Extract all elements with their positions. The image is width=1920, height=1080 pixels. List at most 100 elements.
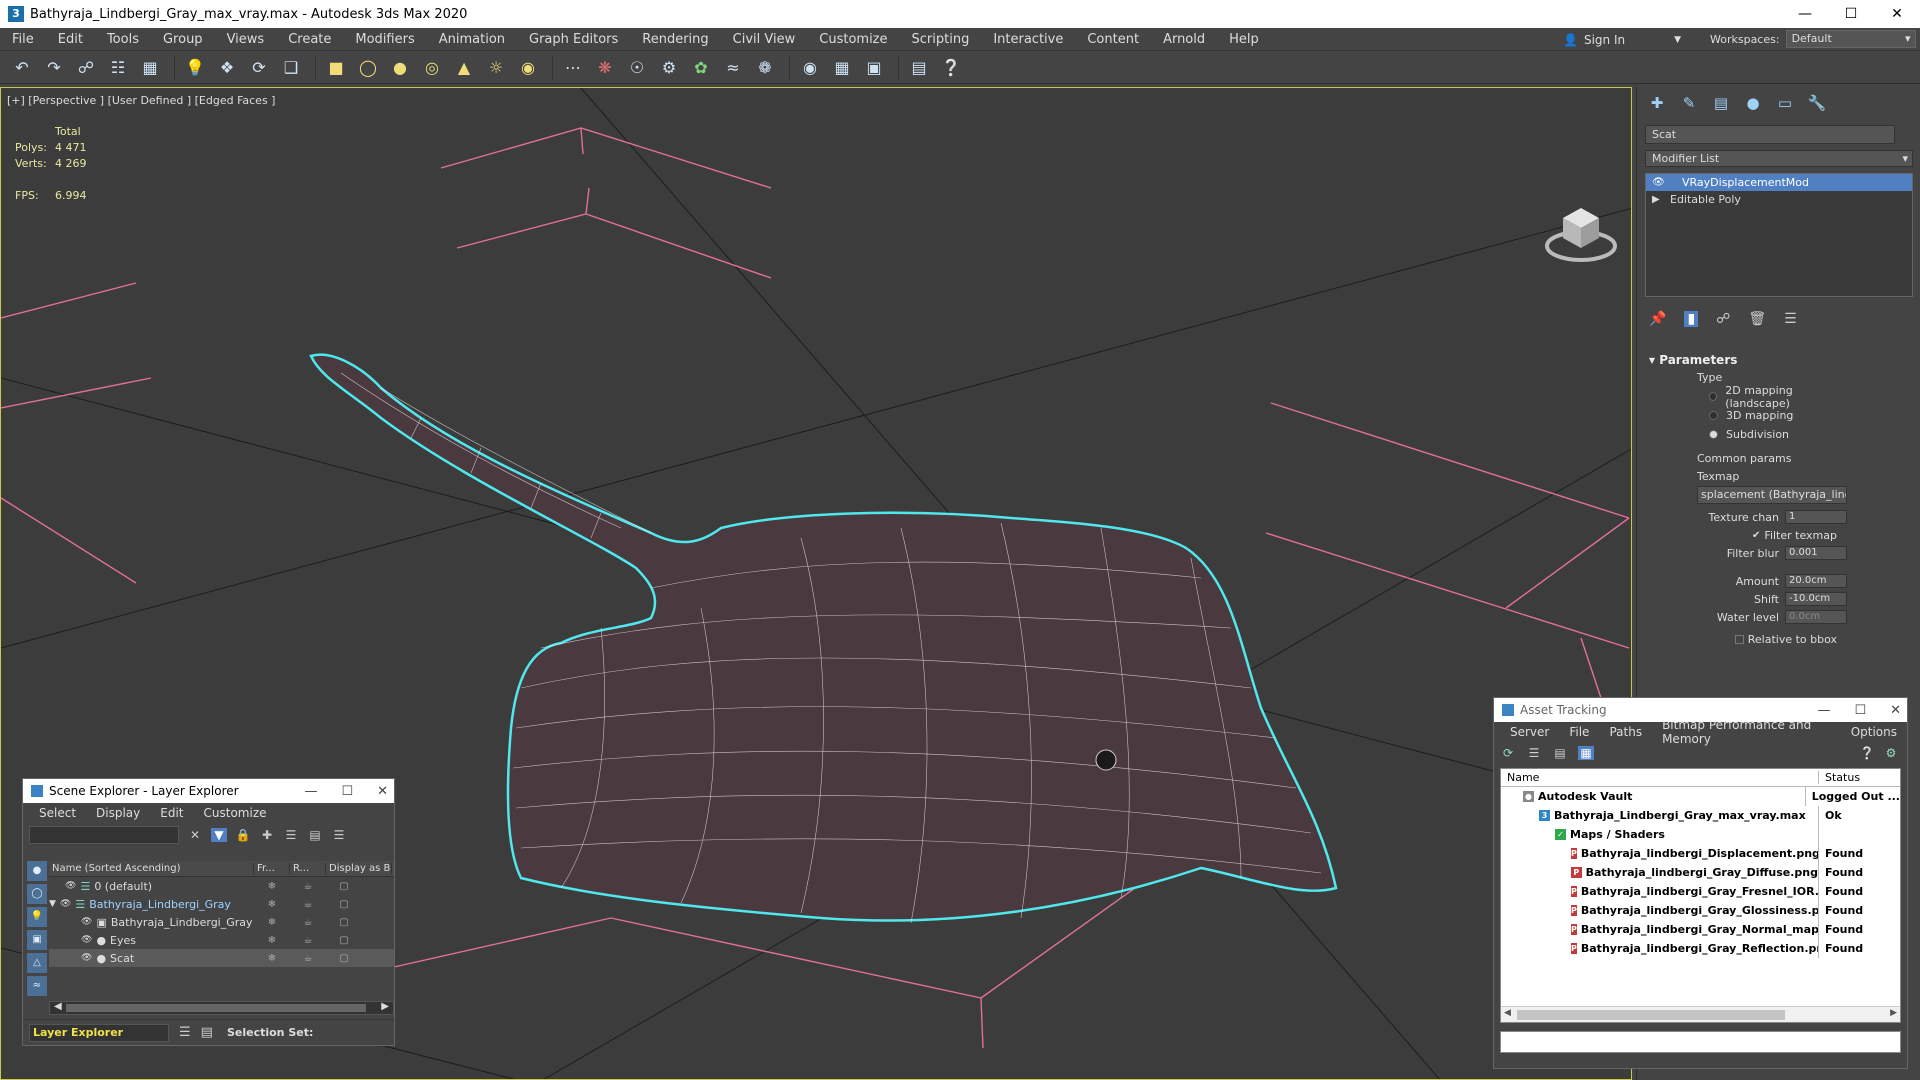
eye-icon[interactable]: 👁 — [81, 935, 92, 945]
modifier-stack-item[interactable]: 👁 VRayDisplacementMod — [1646, 174, 1912, 191]
layer-explorer-dropdown[interactable]: Layer Explorer — [29, 1023, 169, 1042]
torus-icon[interactable]: ◎ — [418, 54, 446, 82]
detail-view-icon[interactable]: ▤ — [1552, 746, 1568, 760]
horizontal-scrollbar[interactable]: ◀ ▶ — [49, 1001, 394, 1015]
asset-row[interactable]: P Bathyraja_lindbergi_Gray_Fresnel_IOR.pn… — [1501, 882, 1900, 901]
lock-icon[interactable]: 🔒 — [235, 828, 251, 842]
unlink-icon[interactable]: ☷ — [104, 54, 132, 82]
menu-file[interactable]: File — [0, 32, 46, 47]
box-icon[interactable]: ▢ — [326, 899, 362, 910]
teapot-icon[interactable]: ☕ — [290, 935, 326, 946]
utilities-tab-icon[interactable]: 🔧 — [1805, 93, 1829, 113]
display-tab-icon[interactable]: ▭ — [1773, 93, 1797, 113]
texture-chan-spinner[interactable]: 1 — [1785, 510, 1847, 524]
layer-row[interactable]: 👁 ☰ 0 (default) ❄ ☕ ▢ — [49, 877, 394, 895]
object-name-field[interactable]: Scat — [1645, 125, 1895, 144]
hair-icon[interactable]: ≈ — [719, 54, 747, 82]
asset-row[interactable]: P Bathyraja_lindbergi_Gray_Diffuse.png Fo… — [1501, 863, 1900, 882]
box-icon[interactable]: ▢ — [326, 953, 362, 964]
geosphere-icon[interactable]: ◉ — [514, 54, 542, 82]
asset-row[interactable]: P Bathyraja_lindbergi_Gray_Reflection.png… — [1501, 939, 1900, 958]
remove-modifier-icon[interactable]: 🗑 — [1748, 311, 1766, 327]
viewport-label[interactable]: [+] [Perspective ] [User Defined ] [Edge… — [7, 94, 275, 107]
search-input[interactable] — [29, 826, 179, 844]
layer-row[interactable]: 👁 ▣ Bathyraja_Lindbergi_Gray ❄ ☕ ▢ — [49, 913, 394, 931]
scroll-right-icon[interactable]: ▶ — [1890, 1008, 1897, 1018]
display-geometry-icon[interactable]: ● — [27, 861, 47, 881]
modifier-list-dropdown[interactable]: Modifier List — [1645, 150, 1913, 167]
undo-icon[interactable]: ↶ — [8, 54, 36, 82]
horizontal-scrollbar[interactable]: ◀ ▶ — [1501, 1006, 1900, 1022]
helper-icon[interactable]: ☉ — [623, 54, 651, 82]
se-menu-customize[interactable]: Customize — [194, 806, 277, 820]
minimize-button[interactable]: — — [1817, 703, 1830, 718]
table-view-icon[interactable]: ▦ — [1578, 746, 1594, 760]
scroll-left-icon[interactable]: ◀ — [54, 1001, 62, 1012]
expand-arrow-icon[interactable]: ▼ — [49, 899, 56, 909]
hierarchy-icon[interactable]: ▤ — [307, 828, 323, 842]
close-button[interactable]: ✕ — [1890, 703, 1901, 718]
show-end-result-icon[interactable]: ▮ — [1684, 311, 1699, 327]
at-menu-file[interactable]: File — [1559, 725, 1599, 739]
eye-icon[interactable]: 👁 — [60, 899, 71, 909]
at-menu-bitmap-performance[interactable]: Bitmap Performance and Memory — [1652, 718, 1841, 746]
display-cameras-icon[interactable]: ▣ — [27, 930, 47, 950]
checkbox-icon[interactable] — [1734, 634, 1744, 644]
menu-animation[interactable]: Animation — [427, 32, 517, 47]
menu-group[interactable]: Group — [151, 32, 215, 47]
asset-row[interactable]: PBathyraja_lindbergi_Gray_Normal_map.png… — [1501, 920, 1900, 939]
scroll-left-icon[interactable]: ◀ — [1504, 1008, 1511, 1018]
motion-tab-icon[interactable]: ● — [1741, 93, 1765, 113]
display-helpers-icon[interactable]: △ — [27, 953, 47, 973]
at-menu-server[interactable]: Server — [1500, 725, 1559, 739]
eye-icon[interactable]: 👁 — [1652, 177, 1670, 188]
box-icon[interactable]: ▢ — [326, 935, 362, 946]
column-name[interactable]: Name — [1501, 771, 1819, 784]
render-setup-icon[interactable]: ▦ — [828, 54, 856, 82]
snap-icon[interactable]: ❖ — [213, 54, 241, 82]
scene-explorer-titlebar[interactable]: Scene Explorer - Layer Explorer — ☐ ✕ — [23, 779, 394, 803]
layers-icon[interactable]: ☰ — [179, 1025, 191, 1040]
spiral-icon[interactable]: ❁ — [751, 54, 779, 82]
teapot-icon[interactable]: ☕ — [290, 953, 326, 964]
minimize-button[interactable]: — — [304, 784, 317, 799]
display-lights-icon[interactable]: 💡 — [27, 907, 47, 927]
asset-tracking-titlebar[interactable]: Asset Tracking — ☐ ✕ — [1494, 698, 1907, 722]
bind-space-warp-icon[interactable]: ▦ — [136, 54, 164, 82]
shift-spinner[interactable]: -10.0cm — [1785, 592, 1847, 606]
asset-row[interactable]: 3 Bathyraja_Lindbergi_Gray_max_vray.max O… — [1501, 806, 1900, 825]
radio-subdivision[interactable]: Subdivision — [1709, 425, 1847, 444]
cone-icon[interactable]: ▲ — [450, 54, 478, 82]
asset-row[interactable]: ● Autodesk Vault Logged Out ... — [1501, 787, 1900, 806]
rotate-icon[interactable]: ⟳ — [245, 54, 273, 82]
maximize-button[interactable]: ☐ — [1854, 703, 1866, 718]
sun-icon[interactable]: ☼ — [482, 54, 510, 82]
menu-help[interactable]: Help — [1217, 32, 1271, 47]
column-display-as-box[interactable]: Display as Bo: — [326, 863, 392, 874]
redo-icon[interactable]: ↷ — [40, 54, 68, 82]
render-icon[interactable]: ▣ — [860, 54, 888, 82]
make-unique-icon[interactable]: ☍ — [1716, 311, 1730, 327]
layers-icon[interactable]: ☰ — [283, 828, 299, 842]
layer-row[interactable]: 👁 ● Scat ❄ ☕ ▢ — [49, 949, 394, 967]
workspaces-select[interactable]: Default — [1785, 30, 1916, 48]
link-icon[interactable]: ☍ — [72, 54, 100, 82]
texmap-button[interactable]: splacement (Bathyraja_lindbe — [1697, 486, 1847, 504]
asset-row[interactable]: ✓ Maps / Shaders — [1501, 825, 1900, 844]
material-editor-icon[interactable]: ◉ — [796, 54, 824, 82]
column-name[interactable]: Name (Sorted Ascending) — [49, 863, 254, 874]
column-freeze[interactable]: Fr... — [254, 863, 290, 874]
scale-icon[interactable]: ❑ — [277, 54, 305, 82]
particles-icon[interactable]: ⋯ — [559, 54, 587, 82]
magnet-icon[interactable]: ❋ — [591, 54, 619, 82]
list-view-icon[interactable]: ☰ — [1526, 746, 1542, 760]
hierarchy-icon[interactable]: ▤ — [201, 1025, 213, 1040]
plane-icon[interactable]: ◯ — [354, 54, 382, 82]
maximize-button[interactable]: ☐ — [341, 784, 353, 799]
close-button[interactable]: ✕ — [377, 784, 388, 799]
eye-icon[interactable]: 👁 — [81, 953, 92, 963]
box-icon[interactable]: ■ — [322, 54, 350, 82]
stack-icon[interactable]: ☰ — [331, 828, 347, 842]
menu-edit[interactable]: Edit — [46, 32, 95, 47]
close-button[interactable]: ✕ — [1874, 0, 1920, 28]
